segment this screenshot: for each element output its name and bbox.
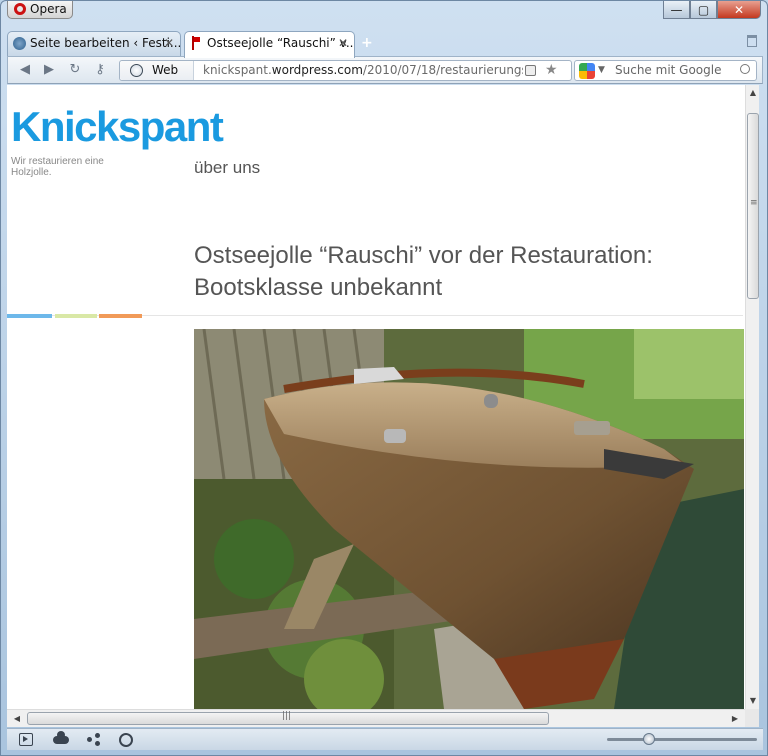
- url-path: /2010/07/18/restaurierungslogbuc: [362, 63, 523, 77]
- tab-close-icon[interactable]: ✕: [164, 32, 174, 54]
- scroll-right-icon[interactable]: ▶: [727, 711, 743, 727]
- color-bar-blue: [7, 314, 52, 318]
- url-domain: wordpress.com: [271, 63, 363, 77]
- bookmark-star-icon[interactable]: ★: [545, 61, 558, 80]
- tab-edit-page[interactable]: Seite bearbeiten ‹ Festi... ✕: [7, 31, 181, 56]
- opera-unite-cloud-icon[interactable]: [53, 731, 69, 744]
- trash-icon[interactable]: [747, 35, 757, 47]
- horizontal-scrollbar[interactable]: ◀ ▶: [7, 709, 745, 727]
- boat-photo-drawing: [194, 329, 744, 709]
- reload-button[interactable]: ↻: [66, 61, 84, 79]
- tab-bar: Seite bearbeiten ‹ Festi... ✕ Ostseejoll…: [7, 29, 763, 58]
- window-controls: — ▢ ✕: [663, 1, 761, 19]
- search-engine-dropdown-icon[interactable]: ▼: [598, 61, 605, 80]
- close-window-button[interactable]: ✕: [717, 1, 761, 19]
- site-title[interactable]: Knickspant: [11, 103, 224, 151]
- rss-feed-icon[interactable]: [525, 65, 536, 76]
- search-icon[interactable]: [740, 64, 750, 74]
- share-icon[interactable]: [87, 733, 101, 746]
- search-placeholder: Suche mit Google: [615, 63, 722, 77]
- page-viewport: Knickspant Wir restaurieren eine Holzjol…: [7, 85, 759, 709]
- opera-menu-button[interactable]: Opera: [7, 1, 73, 19]
- scheme-label: Web: [152, 63, 179, 77]
- title-bar: Opera — ▢ ✕: [1, 1, 767, 29]
- panel-toggle-icon[interactable]: [19, 733, 33, 746]
- scroll-left-icon[interactable]: ◀: [9, 711, 25, 727]
- back-button[interactable]: ◀: [16, 61, 34, 79]
- vertical-scrollbar[interactable]: ▲ ▼: [745, 85, 759, 709]
- key-icon[interactable]: ⚷: [91, 61, 109, 79]
- forward-button[interactable]: ▶: [40, 61, 58, 79]
- address-toolbar: ◀ ▶ ↻ ⚷ Web knickspant.wordpress.com/201…: [7, 56, 763, 84]
- boat-photo[interactable]: [194, 329, 744, 709]
- address-bar[interactable]: Web knickspant.wordpress.com/2010/07/18/…: [119, 60, 572, 81]
- site-tagline: Wir restaurieren eine Holzjolle.: [11, 156, 104, 178]
- tab-title: Seite bearbeiten ‹ Festi...: [30, 36, 181, 50]
- scroll-down-icon[interactable]: ▼: [746, 693, 760, 709]
- web-security-badge[interactable]: Web: [120, 61, 194, 80]
- url-text[interactable]: knickspant.wordpress.com/2010/07/18/rest…: [203, 61, 523, 80]
- url-prefix: knickspant.: [203, 63, 272, 77]
- minimize-button[interactable]: —: [663, 1, 690, 19]
- google-icon[interactable]: [579, 63, 595, 79]
- wordpress-favicon-icon: [13, 37, 26, 50]
- globe-icon: [130, 64, 143, 77]
- status-bar: [7, 728, 763, 750]
- opera-menu-label: Opera: [30, 2, 67, 16]
- scroll-up-icon[interactable]: ▲: [746, 85, 760, 101]
- scrollbar-corner: [745, 709, 759, 727]
- zoom-slider[interactable]: [607, 738, 757, 741]
- color-bar-orange: [99, 314, 142, 318]
- zoom-slider-handle[interactable]: [643, 733, 655, 745]
- horizontal-scroll-thumb[interactable]: [27, 711, 549, 725]
- browser-window: Opera — ▢ ✕ Seite bearbeiten ‹ Festi... …: [0, 0, 768, 756]
- vertical-scroll-thumb[interactable]: [747, 113, 759, 299]
- turbo-speed-icon[interactable]: [119, 733, 133, 747]
- color-bar-green: [55, 314, 97, 318]
- tab-close-icon[interactable]: ✕: [338, 32, 348, 54]
- post-title[interactable]: Ostseejolle “Rauschi” vor der Restaurati…: [194, 240, 734, 304]
- tab-ostseejolle[interactable]: Ostseejolle “Rauschi” v... ✕: [184, 31, 355, 58]
- search-field[interactable]: ▼ Suche mit Google: [574, 60, 757, 81]
- maximize-button[interactable]: ▢: [690, 1, 717, 19]
- flag-favicon-icon: [192, 36, 200, 50]
- opera-logo-icon: [14, 3, 26, 15]
- new-tab-button[interactable]: +: [361, 35, 373, 51]
- tab-title: Ostseejolle “Rauschi” v...: [207, 36, 355, 50]
- nav-link-about[interactable]: über uns: [194, 158, 260, 178]
